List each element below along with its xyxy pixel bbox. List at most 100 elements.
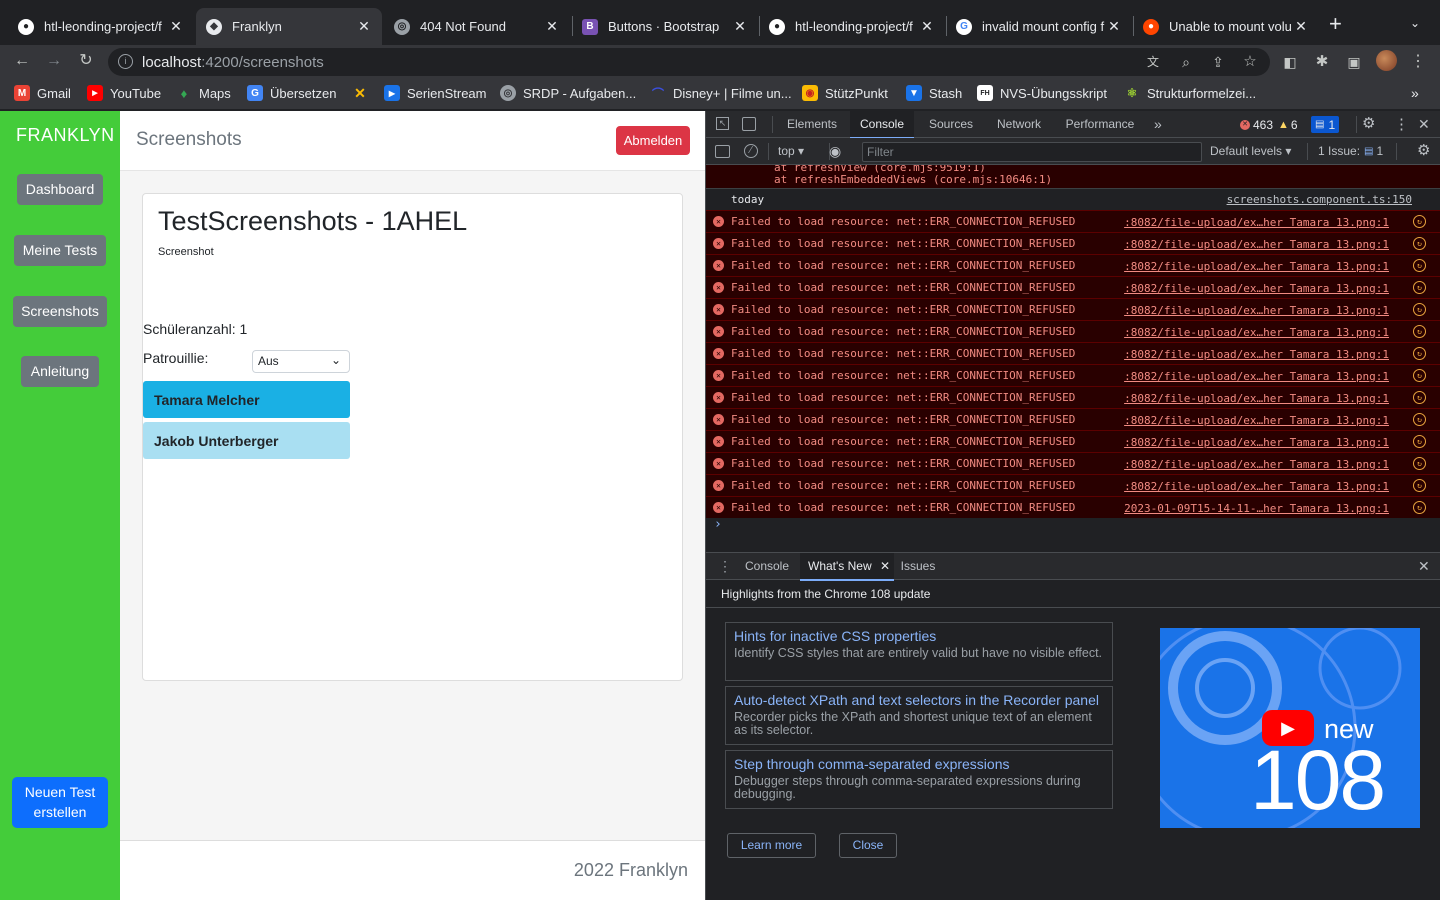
reload-icon[interactable]: ↻ bbox=[76, 51, 96, 71]
error-source-link[interactable]: 2023-01-09T15-14-11-…her Tamara 13.png:1 bbox=[1124, 502, 1389, 515]
device-toolbar-icon[interactable] bbox=[742, 117, 756, 131]
close-tab-icon[interactable]: ✕ bbox=[544, 18, 560, 35]
extension-icon[interactable]: ◧ bbox=[1280, 52, 1300, 72]
nav-dashboard-button[interactable]: Dashboard bbox=[17, 174, 103, 205]
learn-more-button[interactable]: Learn more bbox=[727, 833, 816, 858]
translate-icon[interactable]: 文 bbox=[1143, 52, 1163, 72]
devtools-menu-icon[interactable]: ⋮ bbox=[1394, 115, 1409, 133]
tab-console[interactable]: Console bbox=[850, 111, 914, 139]
student-item-tamara[interactable]: Tamara Melcher bbox=[143, 381, 350, 418]
error-source-link[interactable]: :8082/file-upload/ex…her Tamara 13.png:1 bbox=[1124, 326, 1389, 339]
brand-logo[interactable]: FRANKLYN bbox=[16, 125, 115, 146]
nav-meine-tests-button[interactable]: Meine Tests bbox=[14, 235, 106, 266]
browser-tab[interactable]: ● htl-leonding-project/f ✕ bbox=[759, 8, 945, 45]
browser-tab[interactable]: B Buttons · Bootstrap ✕ bbox=[572, 8, 758, 45]
browser-tab[interactable]: ● Unable to mount volu ✕ bbox=[1133, 8, 1319, 45]
side-panel-icon[interactable]: ▣ bbox=[1344, 52, 1364, 72]
screenshot-image[interactable]: Screenshot bbox=[158, 246, 214, 258]
network-request-icon[interactable]: ↻ bbox=[1413, 259, 1426, 272]
close-tab-icon[interactable]: ✕ bbox=[919, 18, 935, 35]
promo-video-thumbnail[interactable]: ▶ new 108 bbox=[1160, 628, 1420, 828]
back-icon[interactable]: ← bbox=[12, 51, 32, 71]
network-request-icon[interactable]: ↻ bbox=[1413, 435, 1426, 448]
error-source-link[interactable]: :8082/file-upload/ex…her Tamara 13.png:1 bbox=[1124, 348, 1389, 361]
bookmark-stuetzpunkt[interactable]: ◉ StützPunkt bbox=[802, 85, 888, 101]
network-request-icon[interactable]: ↻ bbox=[1413, 281, 1426, 294]
new-test-button[interactable]: Neuen Test erstellen bbox=[12, 777, 108, 828]
share-icon[interactable]: ⇪ bbox=[1208, 52, 1228, 72]
console-prompt-icon[interactable]: › bbox=[714, 517, 722, 532]
error-source-link[interactable]: :8082/file-upload/ex…her Tamara 13.png:1 bbox=[1124, 216, 1389, 229]
close-tab-icon[interactable]: ✕ bbox=[1293, 18, 1309, 35]
drawer-tab-issues[interactable]: Issues bbox=[896, 553, 940, 580]
patrol-select[interactable]: Aus ⌄ bbox=[252, 350, 350, 373]
error-source-link[interactable]: :8082/file-upload/ex…her Tamara 13.png:1 bbox=[1124, 370, 1389, 383]
bookmark-x[interactable]: ✕ bbox=[352, 85, 375, 101]
drawer-menu-icon[interactable]: ⋮ bbox=[718, 558, 732, 575]
close-drawer-icon[interactable]: ✕ bbox=[1418, 558, 1430, 575]
live-expression-eye-icon[interactable]: ◉ bbox=[829, 143, 841, 160]
network-request-icon[interactable]: ↻ bbox=[1413, 215, 1426, 228]
error-warning-counter[interactable]: ✕ 463 ▲ 6 bbox=[1236, 116, 1302, 133]
settings-gear-icon[interactable]: ⚙ bbox=[1362, 114, 1375, 132]
network-request-icon[interactable]: ↻ bbox=[1413, 369, 1426, 382]
issues-counter[interactable]: 1 Issue: ▤ 1 bbox=[1318, 144, 1383, 158]
console-filter-input[interactable]: Filter bbox=[862, 142, 1202, 162]
network-request-icon[interactable]: ↻ bbox=[1413, 479, 1426, 492]
drawer-tab-console[interactable]: Console bbox=[736, 553, 798, 580]
browser-tab[interactable]: G invalid mount config f ✕ bbox=[946, 8, 1132, 45]
close-tab-icon[interactable]: ✕ bbox=[168, 18, 184, 35]
network-request-icon[interactable]: ↻ bbox=[1413, 325, 1426, 338]
bookmark-nvs[interactable]: FH NVS-Übungsskript bbox=[977, 85, 1107, 101]
close-tab-icon[interactable]: ✕ bbox=[880, 559, 890, 573]
network-request-icon[interactable]: ↻ bbox=[1413, 303, 1426, 316]
error-source-link[interactable]: :8082/file-upload/ex…her Tamara 13.png:1 bbox=[1124, 436, 1389, 449]
browser-tab[interactable]: ◎ 404 Not Found ✕ bbox=[384, 8, 570, 45]
log-levels-select[interactable]: Default levels ▾ bbox=[1210, 144, 1291, 158]
error-source-link[interactable]: :8082/file-upload/ex…her Tamara 13.png:1 bbox=[1124, 282, 1389, 295]
tab-sources[interactable]: Sources bbox=[920, 111, 982, 138]
drawer-tab-whats-new[interactable]: What's New ✕ bbox=[800, 553, 894, 581]
nav-screenshots-button[interactable]: Screenshots bbox=[13, 296, 107, 327]
error-source-link[interactable]: :8082/file-upload/ex…her Tamara 13.png:1 bbox=[1124, 304, 1389, 317]
bookmark-srdp[interactable]: ◎ SRDP - Aufgaben... bbox=[500, 85, 636, 101]
extensions-puzzle-icon[interactable]: ✱ bbox=[1312, 52, 1332, 72]
error-source-link[interactable]: :8082/file-upload/ex…her Tamara 13.png:1 bbox=[1124, 392, 1389, 405]
more-bookmarks-icon[interactable]: » bbox=[1411, 85, 1419, 101]
close-tab-icon[interactable]: ✕ bbox=[356, 18, 372, 35]
info-counter[interactable]: ▤ 1 bbox=[1311, 116, 1340, 133]
address-bar[interactable]: i localhost:4200/screenshots 文 ⌕ ⇪ ☆ bbox=[108, 48, 1270, 76]
network-request-icon[interactable]: ↻ bbox=[1413, 391, 1426, 404]
close-devtools-icon[interactable]: ✕ bbox=[1418, 116, 1430, 133]
network-request-icon[interactable]: ↻ bbox=[1413, 347, 1426, 360]
profile-avatar[interactable] bbox=[1376, 50, 1397, 71]
bookmark-serienstream[interactable]: ▶ SerienStream bbox=[384, 85, 486, 101]
log-source-link[interactable]: screenshots.component.ts:150 bbox=[1227, 193, 1412, 206]
bookmark-youtube[interactable]: ▶ YouTube bbox=[87, 85, 161, 101]
logout-button[interactable]: Abmelden bbox=[616, 126, 690, 155]
browser-tab[interactable]: ● htl-leonding-project/f ✕ bbox=[8, 8, 194, 45]
new-tab-icon[interactable]: + bbox=[1329, 13, 1342, 35]
bookmark-translate[interactable]: G Übersetzen bbox=[247, 85, 336, 101]
feature-card[interactable]: Auto-detect XPath and text selectors in … bbox=[725, 686, 1113, 745]
bookmark-stash[interactable]: ▼ Stash bbox=[906, 85, 962, 101]
clear-console-icon[interactable]: ⁄ bbox=[744, 144, 758, 158]
network-request-icon[interactable]: ↻ bbox=[1413, 501, 1426, 514]
error-source-link[interactable]: :8082/file-upload/ex…her Tamara 13.png:1 bbox=[1124, 458, 1389, 471]
menu-kebab-icon[interactable]: ⋮ bbox=[1408, 52, 1428, 72]
feature-card[interactable]: Step through comma-separated expressions… bbox=[725, 750, 1113, 809]
error-source-link[interactable]: :8082/file-upload/ex…her Tamara 13.png:1 bbox=[1124, 414, 1389, 427]
close-tab-icon[interactable]: ✕ bbox=[1106, 18, 1122, 35]
site-info-icon[interactable]: i bbox=[118, 54, 133, 69]
more-tabs-icon[interactable]: » bbox=[1154, 111, 1162, 138]
tab-network[interactable]: Network bbox=[988, 111, 1050, 138]
error-source-link[interactable]: :8082/file-upload/ex…her Tamara 13.png:1 bbox=[1124, 480, 1389, 493]
error-source-link[interactable]: :8082/file-upload/ex…her Tamara 13.png:1 bbox=[1124, 238, 1389, 251]
browser-tab-active[interactable]: ◆ Franklyn ✕ bbox=[196, 8, 382, 45]
network-request-icon[interactable]: ↻ bbox=[1413, 237, 1426, 250]
inspect-element-icon[interactable]: ↖ bbox=[716, 117, 729, 130]
student-item-jakob[interactable]: Jakob Unterberger bbox=[143, 422, 350, 459]
tab-search-icon[interactable]: ⌄ bbox=[1410, 16, 1420, 30]
close-button[interactable]: Close bbox=[839, 833, 897, 858]
feature-card[interactable]: Hints for inactive CSS properties Identi… bbox=[725, 622, 1113, 681]
